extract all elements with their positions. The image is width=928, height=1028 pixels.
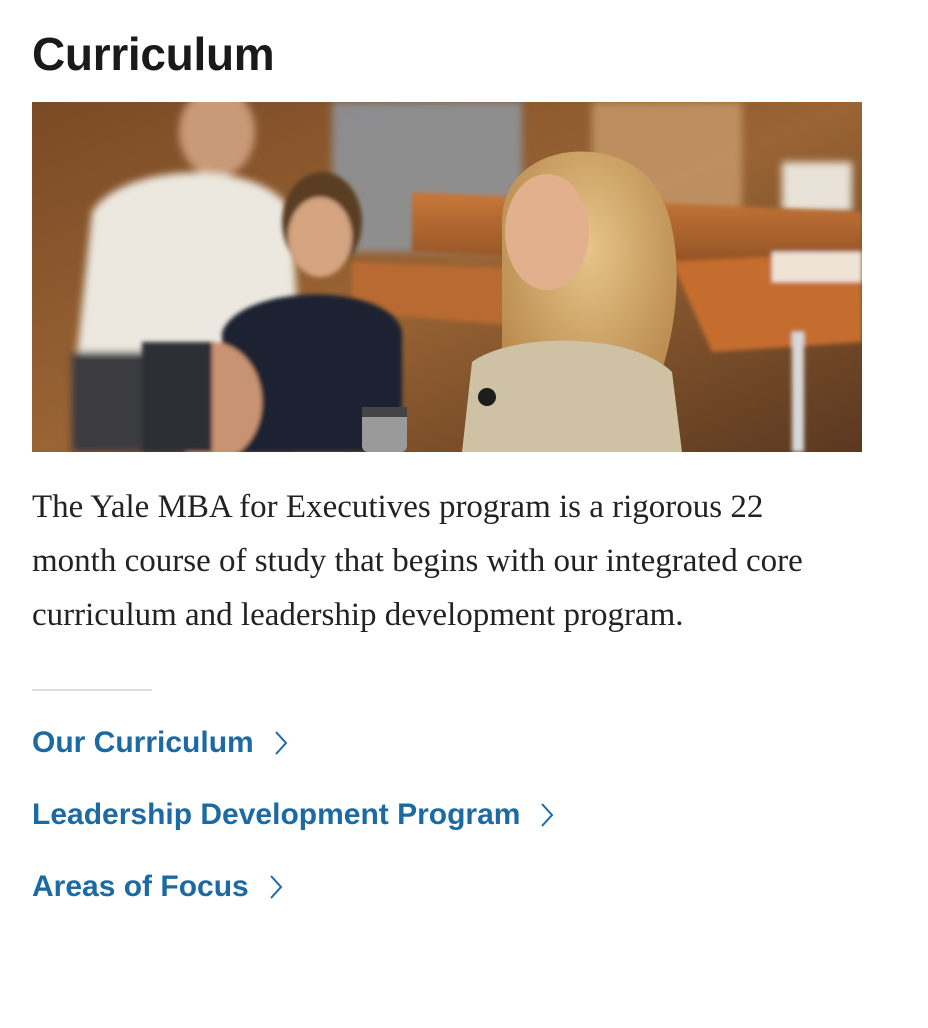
list-item: Leadership Development Program (32, 790, 554, 862)
section-title: Curriculum (32, 28, 275, 80)
leadership-development-program-link[interactable]: Leadership Development Program (32, 790, 554, 840)
classroom-photo (32, 102, 862, 452)
curriculum-links: Our Curriculum Leadership Development Pr… (32, 718, 554, 934)
program-description: The Yale MBA for Executives program is a… (32, 489, 803, 633)
link-label: Our Curriculum (32, 726, 254, 759)
link-label: Leadership Development Program (32, 798, 521, 831)
link-label: Areas of Focus (32, 870, 249, 903)
chevron-right-icon (274, 731, 288, 755)
chevron-right-icon (269, 875, 283, 899)
our-curriculum-link[interactable]: Our Curriculum (32, 718, 288, 768)
list-item: Our Curriculum (32, 718, 554, 790)
list-item: Areas of Focus (32, 862, 554, 934)
divider (32, 689, 152, 691)
chevron-right-icon (541, 803, 554, 827)
areas-of-focus-link[interactable]: Areas of Focus (32, 862, 283, 912)
